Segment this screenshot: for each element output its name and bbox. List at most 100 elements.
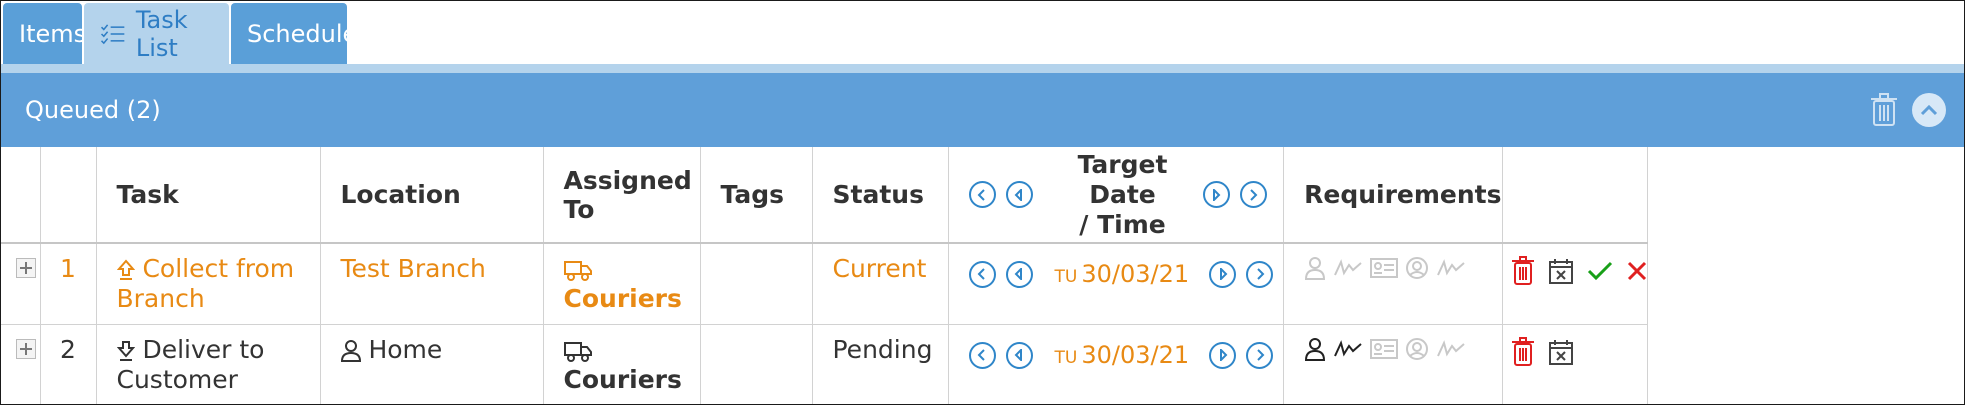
table-row[interactable]: 1 Collect from Branch Test Branch Courie… xyxy=(1,243,1648,325)
tab-underline xyxy=(1,64,1964,73)
tab-schedule[interactable]: Schedule xyxy=(231,3,357,64)
task-name-line1: Deliver to xyxy=(142,335,265,364)
location-cell[interactable]: Home xyxy=(321,325,543,365)
assigned-name: Couriers xyxy=(563,365,682,394)
prev-day-button[interactable] xyxy=(968,341,996,369)
header-target-line2: / Time xyxy=(1079,209,1166,239)
collapse-button[interactable] xyxy=(1912,93,1946,127)
tags-cell[interactable] xyxy=(701,244,812,254)
status-cell[interactable]: Current xyxy=(813,244,948,284)
prev-day-button[interactable] xyxy=(968,260,996,288)
target-date-cell: TU 30/03/21 xyxy=(949,325,1284,373)
tab-items-label: Items xyxy=(19,19,87,48)
prev-hour-button[interactable] xyxy=(1005,341,1033,369)
triangle-right-icon xyxy=(1219,349,1228,361)
check-icon[interactable] xyxy=(1587,260,1613,282)
tab-task-list[interactable]: Task List xyxy=(84,3,229,64)
target-date-value[interactable]: TU 30/03/21 xyxy=(1055,341,1190,369)
tags-cell[interactable] xyxy=(701,325,812,335)
header-target-date: Target Date / Time xyxy=(948,147,1285,244)
chevron-left-icon xyxy=(977,268,985,280)
next-day-button[interactable] xyxy=(1246,341,1274,369)
header-assigned[interactable]: Assigned To xyxy=(543,147,701,244)
panel-title: Queued (2) xyxy=(25,96,161,124)
date-text: 30/03/21 xyxy=(1081,341,1190,369)
header-tags[interactable]: Tags xyxy=(700,147,813,244)
tab-items[interactable]: Items xyxy=(3,3,86,64)
chevron-up-icon xyxy=(1920,104,1938,116)
next-hour-button[interactable] xyxy=(1209,341,1237,369)
header-location[interactable]: Location xyxy=(320,147,544,244)
person-icon[interactable] xyxy=(1304,337,1326,361)
id-card-icon[interactable] xyxy=(1370,338,1399,360)
upload-arrow-icon xyxy=(116,259,135,280)
user-circle-icon[interactable] xyxy=(1405,256,1429,280)
signature-alt-icon[interactable] xyxy=(1436,257,1466,279)
requirements-cell xyxy=(1284,325,1501,361)
chevron-left-icon xyxy=(977,349,985,361)
close-icon[interactable] xyxy=(1627,261,1647,281)
expand-button[interactable] xyxy=(16,258,36,278)
task-list-window: Items Task List Schedule Queued (2) Task… xyxy=(0,0,1965,405)
task-name-line2: Customer xyxy=(116,365,238,394)
target-date-cell: TU 30/03/21 xyxy=(949,244,1284,292)
truck-icon xyxy=(563,342,592,362)
header-expand xyxy=(1,147,41,244)
checklist-icon xyxy=(100,23,125,44)
task-name-line1: Collect from xyxy=(142,254,295,283)
location-name: Home xyxy=(368,335,443,364)
task-cell[interactable]: Collect from Branch xyxy=(97,244,320,314)
table-header-row: Task Location Assigned To Tags Status Ta… xyxy=(1,147,1648,244)
date-day: TU xyxy=(1054,267,1078,287)
header-number xyxy=(40,147,97,244)
next-hour-button[interactable] xyxy=(1209,260,1237,288)
triangle-left-icon xyxy=(1014,268,1022,280)
delete-icon[interactable] xyxy=(1511,337,1535,367)
download-arrow-icon xyxy=(116,341,135,361)
person-icon[interactable] xyxy=(1304,256,1326,280)
calendar-cancel-icon[interactable] xyxy=(1548,339,1573,365)
header-prev-day-button[interactable] xyxy=(968,181,996,208)
row-actions xyxy=(1503,325,1647,367)
status-cell[interactable]: Pending xyxy=(813,325,948,365)
person-icon xyxy=(340,340,361,362)
id-card-icon[interactable] xyxy=(1370,257,1399,279)
signature-alt-icon[interactable] xyxy=(1436,338,1466,360)
requirements-cell xyxy=(1284,244,1501,280)
header-status[interactable]: Status xyxy=(812,147,949,244)
signature-icon[interactable] xyxy=(1333,257,1363,279)
header-task[interactable]: Task xyxy=(96,147,321,244)
tab-task-list-label: Task List xyxy=(135,5,188,62)
row-number: 1 xyxy=(60,254,76,283)
queued-panel-header: Queued (2) xyxy=(1,73,1964,147)
truck-icon xyxy=(563,261,592,281)
calendar-cancel-icon[interactable] xyxy=(1548,258,1573,284)
chevron-right-icon xyxy=(1256,268,1265,280)
expand-button[interactable] xyxy=(16,339,36,359)
tab-bar: Items Task List Schedule xyxy=(1,1,1964,64)
trash-icon[interactable] xyxy=(1869,93,1899,127)
target-date-value[interactable]: TU 30/03/21 xyxy=(1055,260,1190,288)
triangle-right-icon xyxy=(1219,268,1228,280)
task-cell[interactable]: Deliver to Customer xyxy=(97,325,320,395)
header-prev-hour-button[interactable] xyxy=(1005,181,1033,208)
tab-schedule-label: Schedule xyxy=(247,19,358,48)
header-next-day-button[interactable] xyxy=(1239,181,1267,208)
header-requirements[interactable]: Requirements xyxy=(1283,147,1503,244)
location-cell[interactable]: Test Branch xyxy=(321,244,543,284)
assigned-name: Couriers xyxy=(563,284,682,313)
table-row[interactable]: 2 Deliver to Customer Home Couriers Pend… xyxy=(1,324,1648,404)
header-next-hour-button[interactable] xyxy=(1202,181,1230,208)
header-target-date-label[interactable]: Target Date / Time xyxy=(1043,150,1203,240)
assigned-cell[interactable]: Couriers xyxy=(544,244,700,314)
signature-icon[interactable] xyxy=(1333,338,1363,360)
user-circle-icon[interactable] xyxy=(1405,337,1429,361)
assigned-cell[interactable]: Couriers xyxy=(544,325,700,395)
header-target-line1: Target Date xyxy=(1077,149,1168,209)
chevron-right-icon xyxy=(1256,349,1265,361)
delete-icon[interactable] xyxy=(1511,256,1535,286)
task-name-line2: Branch xyxy=(116,284,205,313)
next-day-button[interactable] xyxy=(1246,260,1274,288)
prev-hour-button[interactable] xyxy=(1005,260,1033,288)
row-actions xyxy=(1503,244,1647,286)
